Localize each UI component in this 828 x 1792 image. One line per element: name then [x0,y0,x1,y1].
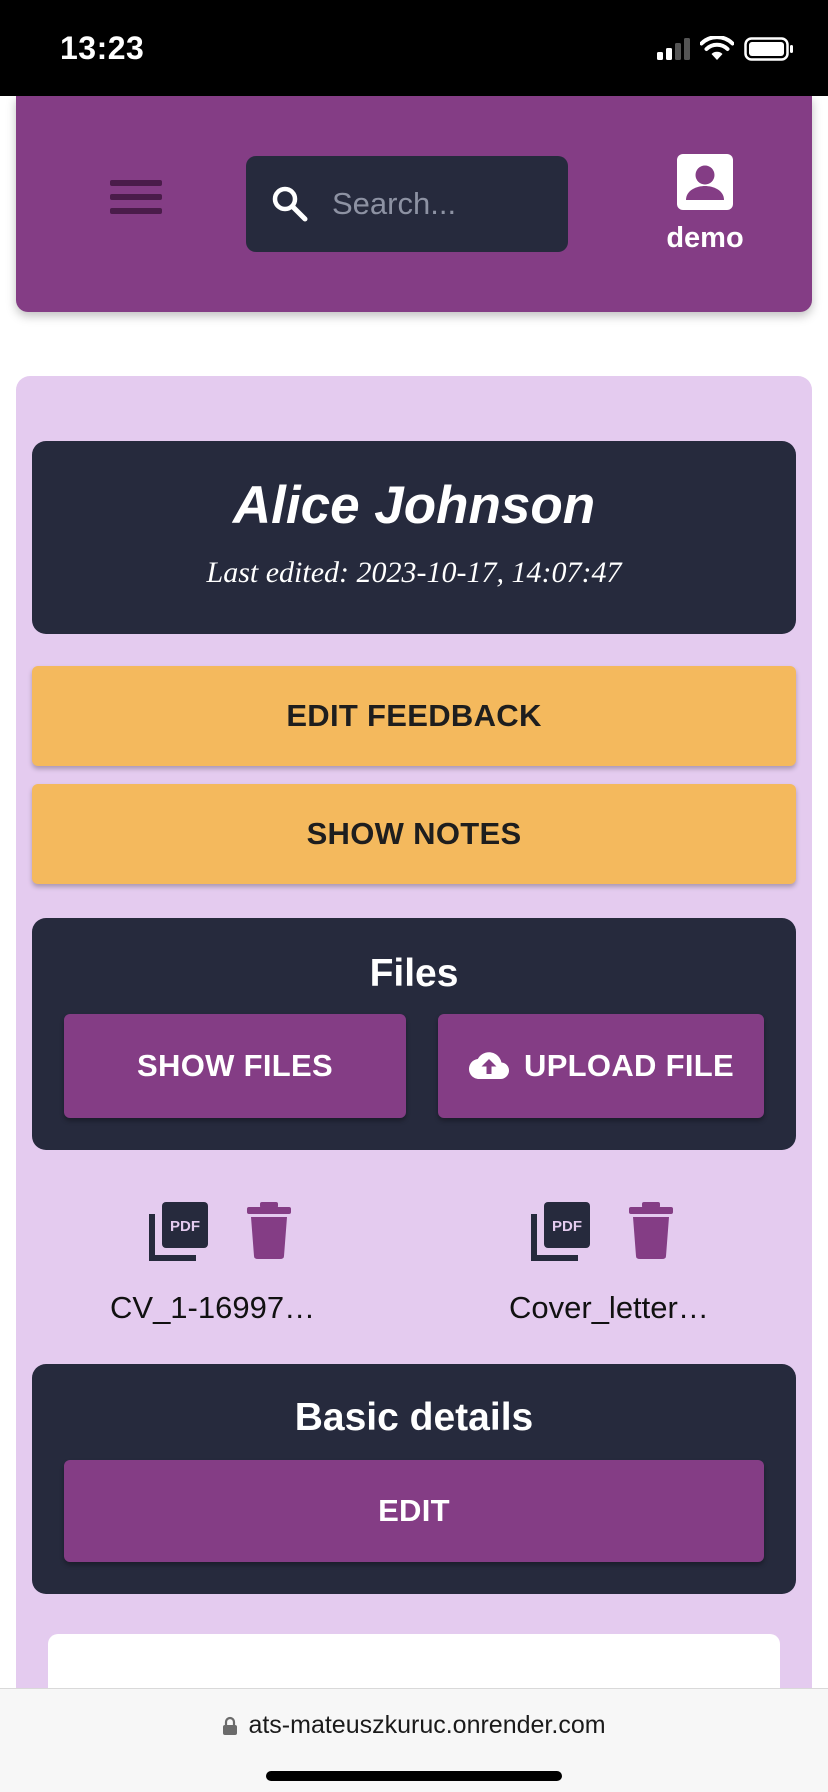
svg-text:PDF: PDF [552,1218,582,1235]
cellular-signal-icon [657,38,690,60]
url-display[interactable]: ats-mateuszkuruc.onrender.com [0,1711,828,1740]
search-icon [272,186,308,222]
account-box-icon [677,154,733,210]
status-bar: 13:23 [0,0,828,96]
cloud-upload-icon [469,1052,510,1079]
basic-details-section: Basic details EDIT [32,1364,796,1594]
file-name[interactable]: CV_1-16997… [88,1290,428,1326]
candidate-panel: Alice Johnson Last edited: 2023-10-17, 1… [16,376,812,1792]
show-files-label: SHOW FILES [137,1048,333,1083]
browser-address-bar: ats-mateuszkuruc.onrender.com [0,1688,828,1792]
candidate-header-card: Alice Johnson Last edited: 2023-10-17, 1… [32,441,796,634]
search-box [246,156,568,252]
show-notes-button[interactable]: SHOW NOTES [32,784,796,884]
pdf-icon[interactable]: PDF [530,1200,592,1262]
battery-icon [744,37,793,61]
files-section: Files SHOW FILES UPLOAD FILE [32,918,796,1150]
pdf-icon[interactable]: PDF [148,1200,210,1262]
edit-feedback-button[interactable]: EDIT FEEDBACK [32,666,796,766]
edit-basic-details-button[interactable]: EDIT [64,1460,764,1562]
app-header: demo [16,96,812,312]
username-label: demo [666,222,744,254]
user-account-button[interactable]: demo [640,154,770,274]
search-input[interactable] [332,180,552,228]
home-indicator[interactable] [266,1771,562,1781]
upload-file-label: UPLOAD FILE [524,1048,734,1083]
status-time: 13:23 [60,30,145,66]
hamburger-menu-icon [110,180,162,186]
url-text: ats-mateuszkuruc.onrender.com [248,1711,606,1739]
edit-label: EDIT [378,1493,450,1528]
basic-details-title: Basic details [294,1396,534,1439]
candidate-name: Alice Johnson [232,476,596,535]
wifi-icon [700,36,734,60]
delete-icon[interactable] [626,1200,676,1260]
lock-icon [223,1716,238,1735]
file-item: PDF CV_1-16997… [88,1198,428,1328]
svg-text:PDF: PDF [170,1218,200,1235]
last-edited-timestamp: Last edited: 2023-10-17, 14:07:47 [206,556,622,589]
delete-icon[interactable] [244,1200,294,1260]
menu-button[interactable] [102,180,162,228]
status-icons [657,36,794,62]
upload-file-button[interactable]: UPLOAD FILE [438,1014,764,1118]
file-item: PDF Cover_letter… [470,1198,810,1328]
file-name[interactable]: Cover_letter… [470,1290,810,1326]
show-files-button[interactable]: SHOW FILES [64,1014,406,1118]
files-title: Files [369,952,459,995]
